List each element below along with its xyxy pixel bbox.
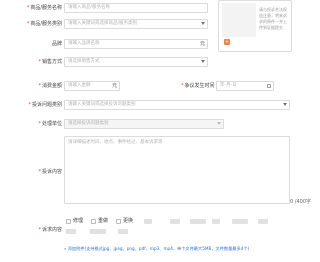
currency-suffix: 元 — [199, 41, 205, 47]
placeholder: 请输入商品/服务名称 — [68, 5, 111, 10]
label-text: 处理单位 — [41, 121, 62, 127]
placeholder: 请输入金额 — [68, 83, 91, 88]
required-mark: * — [28, 102, 31, 108]
handler-label: *处理单位 — [38, 118, 62, 130]
required-mark: * — [26, 21, 30, 27]
label-text: 争议发生时间 — [184, 83, 215, 89]
placeholder: 请输入品牌名称 — [68, 41, 100, 46]
demands-label: *诉求内容 — [38, 224, 62, 236]
required-mark: * — [38, 121, 41, 127]
redacted-block — [190, 219, 206, 224]
demand-option-repair-label: 修理 — [73, 218, 84, 224]
chevron-down-icon — [217, 122, 221, 125]
chevron-down-icon — [283, 103, 287, 106]
upload-panel: 请与投诉合法权益注意，将来诉求的原件一并上传到证据提交 + — [218, 0, 292, 52]
complaint-type-label: *投诉问题类别 — [28, 99, 62, 111]
event-time-input[interactable]: 年-月-日 — [216, 81, 274, 91]
label-text: 消费金额 — [41, 83, 62, 89]
amount-label: *消费金额 — [38, 80, 62, 92]
content-textarea[interactable]: 请详细描述时间、地点、事件经过、基本诉求等 — [64, 136, 290, 204]
redacted-block — [90, 229, 106, 234]
brand-input[interactable]: 请输入品牌名称 元 — [64, 39, 208, 49]
char-counter: 0 /400字 — [290, 199, 311, 205]
chevron-down-icon — [201, 22, 205, 25]
label-text: 诉求内容 — [41, 227, 62, 233]
required-mark: * — [38, 227, 41, 233]
label-text: 投诉内容 — [41, 169, 62, 175]
demand-option-redo-checkbox[interactable] — [91, 219, 96, 224]
event-time-label: *争议发生时间 — [181, 80, 215, 92]
label-text: 销售方式 — [41, 59, 62, 65]
merchant-name-input[interactable]: 请输入商品/服务名称 — [64, 3, 208, 13]
attachment-link-text: 添加附件(支持格式jpg、jpeg、png、pdf、mp3、mp4，单个文件最大… — [67, 246, 250, 251]
label-text: 投诉问题类别 — [31, 102, 62, 108]
label-text: 商品/服务类别 — [30, 21, 62, 27]
required-mark: * — [26, 5, 30, 11]
sale-method-label: *销售方式 — [38, 56, 62, 68]
demand-option-replace-label: 更换 — [123, 218, 134, 224]
redacted-block — [170, 219, 180, 224]
handler-select[interactable]: 请选择投诉问题类别 — [64, 119, 224, 129]
demand-option-repair-checkbox[interactable] — [66, 219, 71, 224]
amount-input[interactable]: 请输入金额 元 — [64, 81, 120, 91]
redacted-block — [118, 229, 128, 234]
placeholder: 请选择销售方式 — [68, 59, 100, 64]
placeholder: 请输入关键词或选择商品/服务类别 — [68, 21, 138, 26]
calendar-icon — [267, 84, 271, 88]
demand-option-replace-checkbox[interactable] — [116, 219, 121, 224]
category-label: *商品/服务类别 — [27, 18, 62, 30]
redacted-block — [258, 219, 268, 224]
currency-suffix: 元 — [111, 83, 117, 89]
required-mark: * — [181, 83, 184, 89]
required-mark: * — [38, 59, 41, 65]
placeholder: 年-月-日 — [220, 83, 237, 88]
label-text: 商品/服务名称 — [30, 5, 62, 11]
brand-label: 品牌 — [52, 38, 62, 50]
required-mark: * — [38, 169, 41, 175]
category-select[interactable]: 请输入关键词或选择商品/服务类别 — [64, 19, 208, 29]
redacted-block — [144, 219, 152, 224]
upload-hint: 请与投诉合法权益注意，将来诉求的原件一并上传到证据提交 — [259, 7, 287, 30]
redacted-block — [232, 219, 248, 224]
demand-option-redo-label: 重做 — [98, 218, 109, 224]
sale-method-select[interactable]: 请选择销售方式 — [64, 57, 208, 67]
required-mark: * — [38, 83, 41, 89]
placeholder: 请选择投诉问题类别 — [68, 121, 109, 126]
complaint-type-select[interactable]: 请输入关键词或选择投诉问题类别 — [64, 100, 290, 110]
chevron-down-icon — [201, 60, 205, 63]
content-label: *投诉内容 — [38, 166, 62, 178]
upload-preview[interactable] — [222, 3, 256, 37]
merchant-name-label: *商品/服务名称 — [27, 2, 62, 14]
redacted-block — [212, 219, 220, 224]
label-text: 品牌 — [51, 41, 62, 47]
placeholder: 请详细描述时间、地点、事件经过、基本诉求等 — [68, 140, 163, 145]
paperclip-icon: ⌕ — [64, 246, 67, 251]
add-attachment-link[interactable]: ⌕ 添加附件(支持格式jpg、jpeg、png、pdf、mp3、mp4，单个文件… — [64, 246, 318, 252]
upload-add-icon[interactable]: + — [224, 39, 230, 45]
redacted-block — [66, 229, 76, 234]
placeholder: 请输入关键词或选择投诉问题类别 — [68, 102, 136, 107]
